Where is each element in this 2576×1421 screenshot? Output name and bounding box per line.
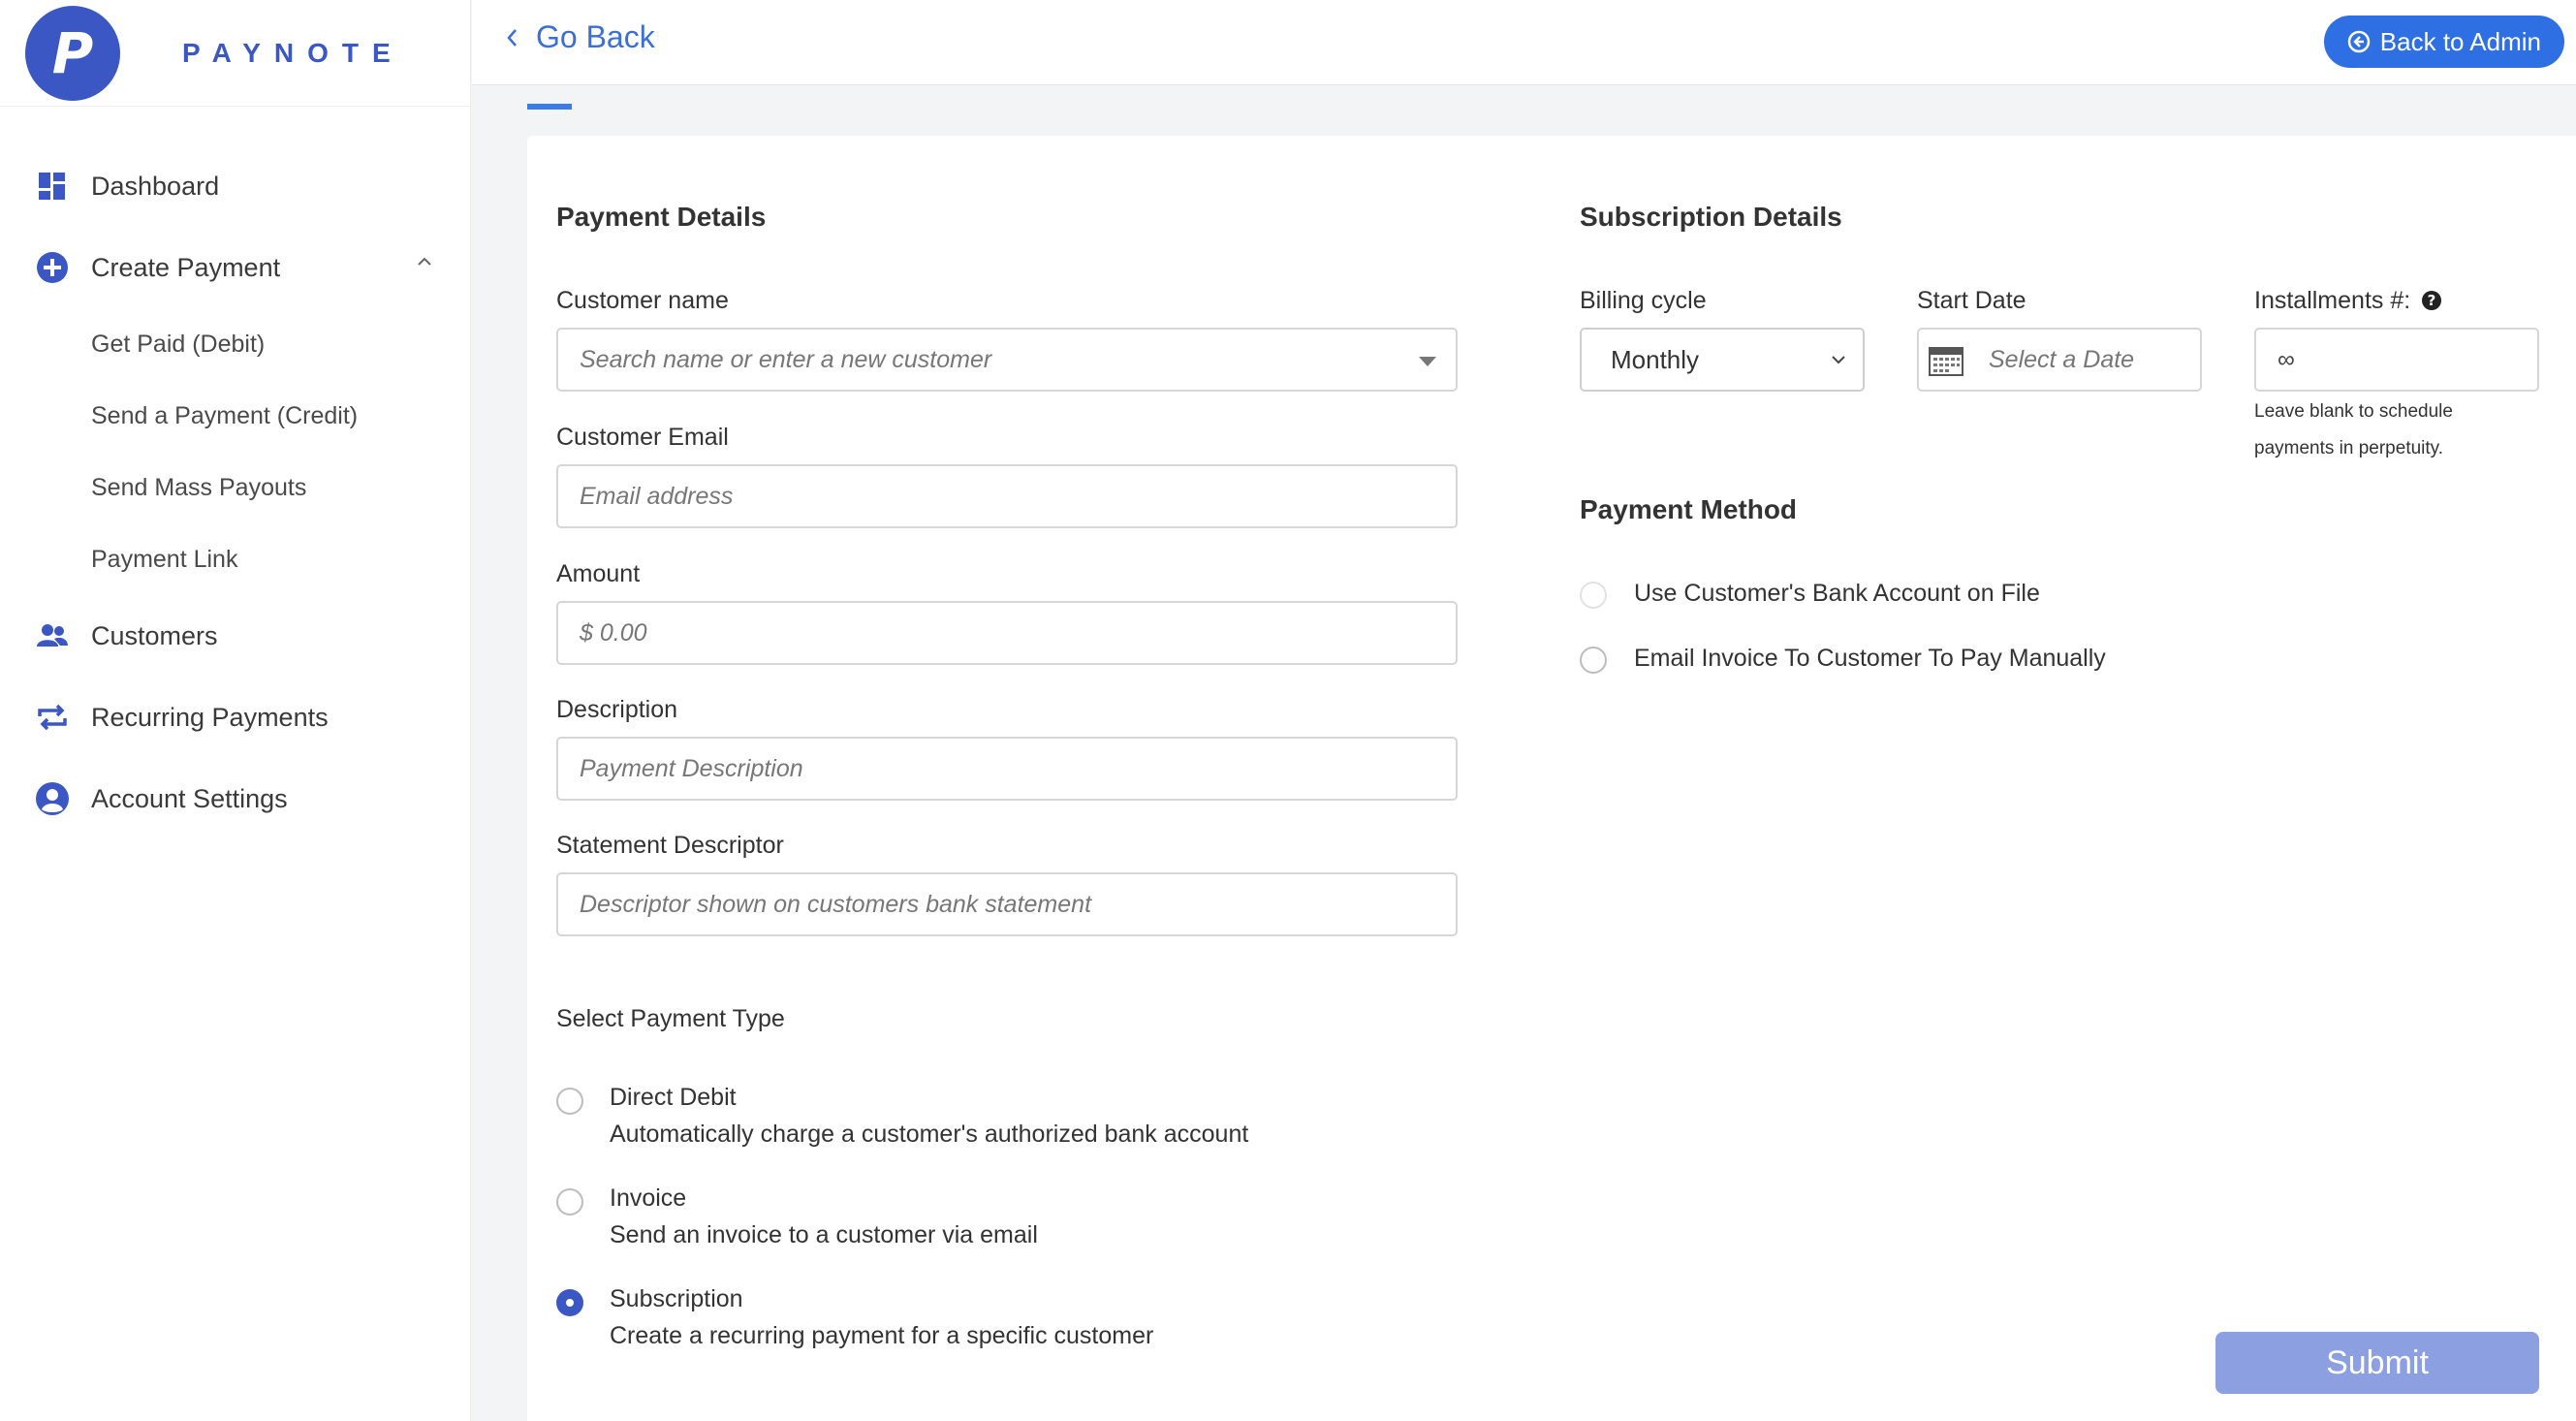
customer-email-field[interactable]: Email address bbox=[556, 464, 1458, 528]
installments-value: ∞ bbox=[2278, 345, 2295, 373]
customer-name-input[interactable]: Search name or enter a new customer bbox=[556, 328, 1458, 392]
direct-debit-title: Direct Debit bbox=[610, 1084, 737, 1111]
chevron-down-icon bbox=[1832, 356, 1845, 364]
go-back-link[interactable]: Go Back bbox=[505, 19, 655, 55]
svg-text:?: ? bbox=[2428, 292, 2436, 309]
description-field[interactable]: Payment Description bbox=[556, 737, 1458, 801]
calendar-icon bbox=[1929, 347, 1963, 376]
sidebar-subitem-mass-payouts[interactable]: Send Mass Payouts bbox=[0, 452, 470, 523]
sidebar-subitem-send-payment[interactable]: Send a Payment (Credit) bbox=[0, 380, 470, 452]
installments-field[interactable]: ∞ bbox=[2254, 328, 2539, 392]
invoice-desc: Send an invoice to a customer via email bbox=[610, 1221, 1038, 1248]
active-tab-indicator bbox=[527, 104, 572, 110]
payment-type-title: Select Payment Type bbox=[556, 1005, 785, 1032]
email-invoice-radio[interactable] bbox=[1580, 647, 1607, 674]
payment-method-title: Payment Method bbox=[1580, 494, 1798, 524]
customer-email-label: Customer Email bbox=[556, 424, 729, 451]
sidebar-item-label: Customers bbox=[91, 620, 218, 650]
direct-debit-desc: Automatically charge a customer's author… bbox=[610, 1121, 1249, 1148]
sidebar-item-dashboard[interactable]: Dashboard bbox=[0, 145, 470, 227]
sidebar-subitem-payment-link[interactable]: Payment Link bbox=[0, 523, 470, 595]
statement-descriptor-field[interactable]: Descriptor shown on customers bank state… bbox=[556, 872, 1458, 936]
payment-details-title: Payment Details bbox=[556, 202, 767, 232]
submit-button[interactable]: Submit bbox=[2215, 1332, 2539, 1394]
bank-account-label: Use Customer's Bank Account on File bbox=[1634, 580, 2040, 607]
bank-account-radio[interactable] bbox=[1580, 582, 1607, 609]
plus-circle-icon bbox=[35, 250, 70, 285]
subscription-desc: Create a recurring payment for a specifi… bbox=[610, 1322, 1154, 1349]
user-circle-icon bbox=[35, 781, 70, 816]
customer-name-label: Customer name bbox=[556, 287, 729, 314]
installments-help-line1: Leave blank to schedule bbox=[2254, 401, 2453, 422]
brand-header: P PAYNOTE bbox=[0, 0, 470, 107]
billing-cycle-label: Billing cycle bbox=[1580, 287, 1707, 314]
chevron-left-icon bbox=[507, 28, 517, 47]
invoice-title: Invoice bbox=[610, 1184, 687, 1212]
installments-label-text: Installments #: bbox=[2254, 287, 2411, 314]
sidebar-item-create-payment[interactable]: Create Payment bbox=[0, 227, 470, 308]
start-date-placeholder: Select a Date bbox=[1989, 345, 2135, 373]
start-date-label: Start Date bbox=[1917, 287, 2026, 314]
customer-name-placeholder: Search name or enter a new customer bbox=[580, 345, 992, 373]
customer-email-placeholder: Email address bbox=[580, 482, 734, 510]
statement-descriptor-placeholder: Descriptor shown on customers bank state… bbox=[580, 890, 1092, 918]
sidebar-item-recurring-payments[interactable]: Recurring Payments bbox=[0, 677, 470, 758]
sidebar-item-customers[interactable]: Customers bbox=[0, 595, 470, 677]
top-bar: Go Back Back to Admin bbox=[472, 0, 2576, 85]
arrow-circle-left-icon bbox=[2347, 30, 2371, 53]
back-to-admin-button[interactable]: Back to Admin bbox=[2323, 16, 2564, 68]
sidebar-item-label: Create Payment bbox=[91, 252, 281, 282]
sidebar-nav: Dashboard Create Payment Get Paid (Debit… bbox=[0, 107, 470, 839]
subscription-title: Subscription bbox=[610, 1285, 743, 1312]
logo-letter: P bbox=[51, 19, 94, 86]
installments-label: Installments #: ? bbox=[2254, 287, 2442, 315]
brand-name: PAYNOTE bbox=[182, 37, 404, 68]
help-circle-icon[interactable]: ? bbox=[2421, 290, 2442, 311]
amount-field[interactable]: $ 0.00 bbox=[556, 601, 1458, 665]
description-label: Description bbox=[556, 696, 678, 723]
invoice-radio[interactable] bbox=[556, 1188, 583, 1216]
caret-down-icon[interactable] bbox=[1419, 357, 1436, 366]
users-icon bbox=[35, 618, 70, 653]
description-placeholder: Payment Description bbox=[580, 754, 803, 782]
sidebar-item-account-settings[interactable]: Account Settings bbox=[0, 758, 470, 839]
email-invoice-label: Email Invoice To Customer To Pay Manuall… bbox=[1634, 645, 2106, 672]
billing-cycle-select[interactable]: Monthly bbox=[1580, 328, 1865, 392]
direct-debit-radio[interactable] bbox=[556, 1088, 583, 1115]
go-back-label: Go Back bbox=[536, 19, 655, 54]
billing-cycle-value: Monthly bbox=[1611, 344, 1700, 374]
paynote-logo[interactable]: P bbox=[25, 5, 120, 101]
back-to-admin-label: Back to Admin bbox=[2379, 26, 2541, 56]
subscription-radio[interactable] bbox=[556, 1289, 583, 1316]
sidebar-item-label: Dashboard bbox=[91, 171, 220, 201]
amount-placeholder: $ 0.00 bbox=[580, 618, 647, 647]
sidebar-item-label: Recurring Payments bbox=[91, 702, 329, 732]
repeat-icon bbox=[35, 700, 70, 735]
installments-help-line2: payments in perpetuity. bbox=[2254, 438, 2444, 458]
sidebar-subitem-get-paid[interactable]: Get Paid (Debit) bbox=[0, 308, 470, 380]
create-payment-card: Payment Details Customer name Search nam… bbox=[527, 136, 2576, 1421]
installments-help: Leave blank to schedule payments in perp… bbox=[2254, 394, 2453, 467]
sidebar-item-label: Account Settings bbox=[91, 783, 288, 813]
amount-label: Amount bbox=[556, 560, 641, 587]
sidebar: P PAYNOTE Dashboard Create Payment Get P… bbox=[0, 0, 471, 1421]
chevron-up-icon[interactable] bbox=[416, 254, 433, 271]
start-date-field[interactable]: Select a Date bbox=[1917, 328, 2202, 392]
subscription-details-title: Subscription Details bbox=[1580, 202, 1842, 232]
statement-descriptor-label: Statement Descriptor bbox=[556, 832, 784, 859]
dashboard-icon bbox=[35, 169, 70, 204]
